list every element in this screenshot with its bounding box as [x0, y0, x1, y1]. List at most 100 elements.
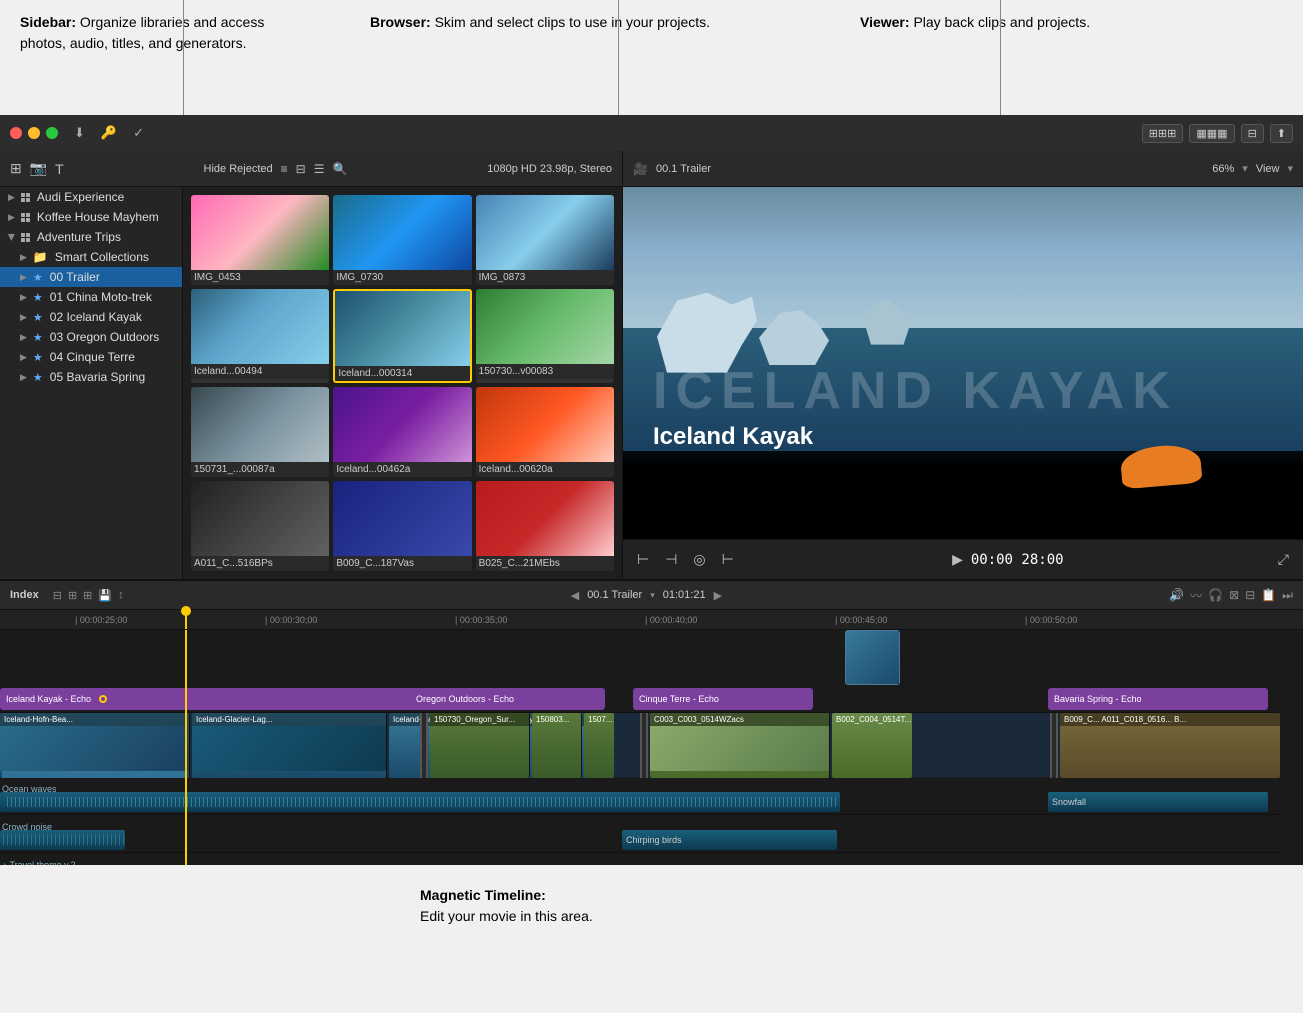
tl-audio-btn[interactable]: 🔊 [1169, 588, 1184, 602]
tl-duration: 01:01:21 [663, 589, 706, 601]
list-view-icon[interactable]: ☰ [314, 162, 325, 176]
search-icon[interactable]: 🔍 [332, 162, 347, 176]
minimize-button[interactable] [28, 127, 40, 139]
layout-btn[interactable]: ⊟ [1241, 124, 1264, 143]
sidebar-label-smart: Smart Collections [55, 250, 149, 264]
clip-thumb-5[interactable]: 150730...v00083 [476, 289, 614, 383]
clip-thumb-7[interactable]: Iceland...00462a [333, 387, 471, 477]
display-btn2[interactable]: ▦▦▦ [1189, 124, 1234, 143]
tl-layout-btn[interactable]: ⊟ [1245, 588, 1255, 602]
tl-view-btn2[interactable]: ⊞ [68, 589, 77, 602]
tl-clip-btn[interactable]: 📋 [1261, 588, 1276, 602]
maximize-button[interactable] [46, 127, 58, 139]
tl-nav-right[interactable]: ▶ [714, 589, 722, 602]
browser-annotation-bold: Browser: [370, 14, 431, 30]
tl-arrow-btn[interactable]: ↕ [118, 589, 124, 601]
timeline-toolbar-right: 🔊 〰 🎧 ⊠ ⊟ 📋 ⏭ [1169, 587, 1293, 604]
clip-thumbnail-7 [333, 387, 471, 462]
tl-clip-oregon-echo[interactable]: Oregon Outdoors - Echo [410, 688, 605, 710]
key-icon[interactable]: 🔑 [97, 123, 121, 143]
clip-thumb-3[interactable]: Iceland...00494 [191, 289, 329, 383]
tl-skip-end-btn[interactable]: ⏭ [1282, 588, 1293, 603]
chirping-birds-clip[interactable]: Chirping birds [622, 830, 837, 850]
tl-cinque-clip1[interactable]: C003_C003_0514WZacs [650, 713, 830, 778]
tl-video-clip-2[interactable]: Iceland-Glacier-Lag... [192, 713, 387, 778]
tl-cinque-clip2[interactable]: B002_C004_0514T... [832, 713, 912, 778]
clip-thumb-4[interactable]: Iceland...000314 [333, 289, 471, 383]
libraries-icon[interactable]: ⊞ [10, 160, 22, 177]
tl-nav-left[interactable]: ◀ [571, 589, 579, 602]
arrow-right-icon4: ▶ [20, 272, 27, 283]
photos-icon[interactable]: 📷 [30, 160, 47, 177]
tl-waveform-btn[interactable]: 〰 [1190, 587, 1202, 604]
sidebar-item-smart-collections[interactable]: ▶ 📁 Smart Collections [0, 247, 182, 267]
ruler-mark-5: | 00:00:50;00 [1025, 615, 1077, 625]
clip-divider-3 [1050, 713, 1058, 778]
camera-icon: 🎥 [633, 162, 648, 176]
clip-thumb-9[interactable]: A011_C...516BPs [191, 481, 329, 571]
sidebar-item-03-oregon[interactable]: ▶ ★ 03 Oregon Outdoors [0, 327, 182, 347]
clip-thumb-2[interactable]: IMG_0873 [476, 195, 614, 285]
tl-snap-btn[interactable]: ⊠ [1229, 588, 1239, 602]
tl-clip-cinque-echo[interactable]: Cinque Terre - Echo [633, 688, 813, 710]
grid-view-icon[interactable]: ⊟ [296, 162, 306, 176]
clip-thumb-1[interactable]: IMG_0730 [333, 195, 471, 285]
tl-oregon-clip2-label: 150803... [532, 713, 581, 726]
sidebar-label-00-trailer: 00 Trailer [50, 270, 100, 284]
snowfall-clip[interactable]: Snowfall [1048, 792, 1268, 812]
crowd-noise-clip[interactable] [0, 830, 125, 850]
sidebar-item-02-iceland[interactable]: ▶ ★ 02 Iceland Kayak [0, 307, 182, 327]
tl-clip-bavaria-echo[interactable]: Bavaria Spring - Echo [1048, 688, 1268, 710]
sidebar-item-00-trailer[interactable]: ▶ ★ 00 Trailer [0, 267, 182, 287]
zoom-level[interactable]: 66% [1212, 163, 1234, 175]
play-button[interactable]: ▶ [948, 549, 967, 570]
view-chevron[interactable]: ▾ [1287, 162, 1293, 175]
display-btn1[interactable]: ⊞⊞⊞ [1142, 124, 1184, 143]
sidebar-item-koffee[interactable]: ▶ Koffee House Mayhem [0, 207, 182, 227]
clip-thumbnail-4 [335, 291, 469, 366]
check-icon[interactable]: ✓ [129, 123, 148, 143]
sidebar-item-audi[interactable]: ▶ Audi Experience [0, 187, 182, 207]
crowd-noise-track: Crowd noise Chirping birds [0, 818, 1280, 853]
sidebar-item-04-cinque[interactable]: ▶ ★ 04 Cinque Terre [0, 347, 182, 367]
viewer-big-title: ICELAND KAYAK [653, 365, 1273, 417]
clip-thumb-0[interactable]: IMG_0453 [191, 195, 329, 285]
sidebar-item-01-china[interactable]: ▶ ★ 01 China Moto-trek [0, 287, 182, 307]
sidebar-item-05-bavaria[interactable]: ▶ ★ 05 Bavaria Spring [0, 367, 182, 387]
view-label[interactable]: View [1256, 163, 1280, 175]
titles-icon[interactable]: T [55, 161, 64, 177]
tl-oregon-clip2[interactable]: 150803... [532, 713, 582, 778]
filter-icon[interactable]: ≡ [281, 162, 288, 176]
ocean-waves-clip[interactable] [0, 792, 840, 812]
clip-thumb-10[interactable]: B009_C...187Vas [333, 481, 471, 571]
tl-view-btn1[interactable]: ⊟ [53, 589, 62, 602]
share-btn[interactable]: ⬆ [1270, 124, 1293, 143]
play-in-btn[interactable]: ⊢ [633, 549, 653, 570]
tl-bavaria-clips[interactable]: B009_C... A011_C018_0516... B... [1060, 713, 1280, 778]
ruler-mark-1: | 00:00:30;00 [265, 615, 317, 625]
sidebar-item-adventure[interactable]: ▶ Adventure Trips [0, 227, 182, 247]
clip-thumb-8[interactable]: Iceland...00620a [476, 387, 614, 477]
download-icon[interactable]: ⬇ [70, 123, 89, 143]
clip-thumb-11[interactable]: B025_C...21MEbs [476, 481, 614, 571]
tl-bavaria-clip-label: B009_C... A011_C018_0516... B... [1060, 713, 1280, 726]
zoom-chevron[interactable]: ▾ [1242, 162, 1248, 175]
trim-end-btn[interactable]: ⊢ [718, 549, 738, 570]
add-to-timeline-btn[interactable]: ◎ [689, 549, 709, 570]
tl-save-btn[interactable]: 💾 [98, 589, 112, 602]
tl-project-chevron[interactable]: ▾ [650, 590, 655, 601]
tl-view-btn3[interactable]: ⊞ [83, 589, 92, 602]
tl-oregon-clip1[interactable]: 150730_Oregon_Sur... [430, 713, 530, 778]
fullscreen-btn[interactable]: ⤢ [1274, 549, 1293, 570]
trim-start-btn[interactable]: ⊣ [661, 549, 681, 570]
hide-rejected-label[interactable]: Hide Rejected [204, 163, 273, 175]
tl-video-clip-1[interactable]: Iceland-Hofn-Bea... [0, 713, 190, 778]
smart-collection-icon: 📁 [33, 250, 48, 264]
video-clips-row: || ▶| Iceland-Hofn-Bea... Iceland-Glacie… [0, 712, 1280, 777]
browser-vline [618, 0, 619, 115]
index-label[interactable]: Index [10, 589, 39, 601]
close-button[interactable] [10, 127, 22, 139]
clip-thumb-6[interactable]: 150731_...00087a [191, 387, 329, 477]
tl-oregon-clip3[interactable]: 1507... [584, 713, 614, 778]
tl-headphones-btn[interactable]: 🎧 [1208, 588, 1223, 602]
